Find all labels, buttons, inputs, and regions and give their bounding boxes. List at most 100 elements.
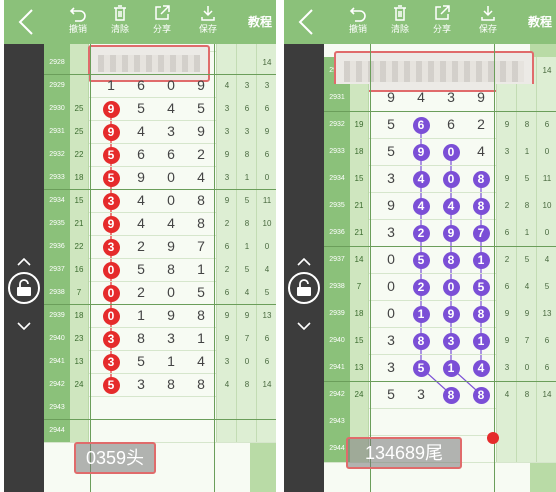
digit-cell[interactable]: 4 <box>126 120 156 143</box>
digit-cell[interactable]: 8 <box>186 212 216 235</box>
digit-cell[interactable]: 1 <box>126 304 156 327</box>
digit-cell[interactable] <box>466 408 496 435</box>
digit-cell[interactable]: 8 <box>156 373 186 396</box>
digit-cell[interactable]: 3 <box>156 327 186 350</box>
digit-cell[interactable]: 9 <box>436 300 466 327</box>
digit-cell[interactable]: 4 <box>156 97 186 120</box>
digit-cell[interactable] <box>156 419 186 442</box>
digit-cell[interactable]: 5 <box>376 111 406 138</box>
digit-cell[interactable]: 8 <box>186 373 216 396</box>
digit-cell[interactable]: 9 <box>96 97 126 120</box>
digit-cell[interactable]: 5 <box>466 273 496 300</box>
digit-cell[interactable]: 9 <box>186 120 216 143</box>
digit-cell[interactable]: 5 <box>126 97 156 120</box>
digit-cell[interactable]: 8 <box>156 258 186 281</box>
digit-cell[interactable]: 9 <box>96 120 126 143</box>
digit-cell[interactable]: 0 <box>376 246 406 273</box>
digit-cell[interactable]: 3 <box>126 373 156 396</box>
digit-cell[interactable]: 9 <box>156 304 186 327</box>
digit-cell[interactable]: 3 <box>376 354 406 381</box>
digit-cell[interactable]: 8 <box>186 304 216 327</box>
digit-cell[interactable]: 3 <box>436 84 466 111</box>
number-grid[interactable]: 4503292814292916094332930259545366293125… <box>44 44 276 492</box>
digit-cell[interactable]: 0 <box>96 258 126 281</box>
digit-cell[interactable] <box>126 419 156 442</box>
digit-cell[interactable]: 8 <box>126 327 156 350</box>
digit-cell[interactable]: 4 <box>186 350 216 373</box>
digit-cell[interactable] <box>96 396 126 419</box>
digit-cell[interactable]: 2 <box>466 111 496 138</box>
digit-cell[interactable]: 5 <box>186 281 216 304</box>
digit-cell[interactable]: 1 <box>186 327 216 350</box>
digit-cell[interactable]: 8 <box>436 381 466 408</box>
clear-button[interactable]: 清除 <box>382 4 418 40</box>
digit-cell[interactable]: 9 <box>436 219 466 246</box>
digit-cell[interactable]: 2 <box>406 219 436 246</box>
digit-cell[interactable]: 4 <box>436 192 466 219</box>
digit-cell[interactable]: 5 <box>126 258 156 281</box>
digit-cell[interactable] <box>156 396 186 419</box>
digit-cell[interactable]: 2 <box>126 281 156 304</box>
digit-cell[interactable]: 1 <box>156 350 186 373</box>
digit-cell[interactable]: 0 <box>436 165 466 192</box>
digit-cell[interactable] <box>126 396 156 419</box>
digit-cell[interactable]: 9 <box>96 212 126 235</box>
digit-cell[interactable]: 5 <box>376 138 406 165</box>
digit-cell[interactable]: 0 <box>156 189 186 212</box>
digit-cell[interactable]: 9 <box>156 235 186 258</box>
digit-cell[interactable]: 8 <box>436 246 466 273</box>
digit-cell[interactable]: 5 <box>406 354 436 381</box>
digit-cell[interactable]: 9 <box>406 138 436 165</box>
digit-cell[interactable]: 3 <box>376 327 406 354</box>
digit-cell[interactable]: 0 <box>156 281 186 304</box>
tutorial-link[interactable]: 教程 <box>248 13 272 30</box>
digit-cell[interactable]: 8 <box>466 381 496 408</box>
digit-cell[interactable]: 4 <box>406 84 436 111</box>
digit-cell[interactable]: 5 <box>406 246 436 273</box>
digit-cell[interactable]: 4 <box>126 189 156 212</box>
digit-cell[interactable]: 1 <box>436 354 466 381</box>
digit-cell[interactable]: 7 <box>466 219 496 246</box>
save-button[interactable]: 保存 <box>190 4 226 40</box>
digit-cell[interactable]: 4 <box>406 192 436 219</box>
undo-button[interactable]: 撤销 <box>340 4 376 40</box>
digit-cell[interactable]: 0 <box>436 138 466 165</box>
digit-cell[interactable]: 1 <box>406 300 436 327</box>
digit-cell[interactable]: 5 <box>186 97 216 120</box>
digit-cell[interactable]: 3 <box>96 327 126 350</box>
digit-cell[interactable]: 8 <box>406 327 436 354</box>
digit-cell[interactable]: 5 <box>376 381 406 408</box>
back-button[interactable] <box>294 8 318 36</box>
unlock-button[interactable] <box>8 272 40 304</box>
digit-cell[interactable]: 2 <box>186 143 216 166</box>
digit-cell[interactable]: 6 <box>126 74 156 97</box>
digit-cell[interactable]: 0 <box>376 273 406 300</box>
digit-cell[interactable]: 3 <box>376 219 406 246</box>
digit-cell[interactable]: 9 <box>376 84 406 111</box>
unlock-button[interactable] <box>288 272 320 304</box>
digit-cell[interactable] <box>186 419 216 442</box>
digit-cell[interactable]: 5 <box>96 373 126 396</box>
digit-cell[interactable]: 9 <box>186 74 216 97</box>
digit-cell[interactable]: 6 <box>156 143 186 166</box>
digit-cell[interactable]: 8 <box>186 189 216 212</box>
digit-cell[interactable]: 0 <box>436 273 466 300</box>
digit-cell[interactable] <box>376 408 406 435</box>
number-grid[interactable]: 2930142931943929321956629862933185904310… <box>324 44 556 492</box>
tutorial-link[interactable]: 教程 <box>528 13 552 30</box>
digit-cell[interactable]: 8 <box>466 192 496 219</box>
digit-cell[interactable]: 4 <box>466 354 496 381</box>
digit-cell[interactable] <box>186 396 216 419</box>
save-button[interactable]: 保存 <box>470 4 506 40</box>
digit-cell[interactable]: 1 <box>96 74 126 97</box>
digit-cell[interactable]: 0 <box>156 166 186 189</box>
digit-cell[interactable]: 2 <box>406 273 436 300</box>
digit-cell[interactable]: 0 <box>376 300 406 327</box>
digit-cell[interactable]: 5 <box>96 166 126 189</box>
digit-cell[interactable]: 4 <box>126 212 156 235</box>
digit-cell[interactable]: 3 <box>156 120 186 143</box>
digit-cell[interactable]: 8 <box>466 165 496 192</box>
digit-cell[interactable]: 3 <box>96 350 126 373</box>
digit-cell[interactable]: 6 <box>406 111 436 138</box>
undo-button[interactable]: 撤销 <box>60 4 96 40</box>
